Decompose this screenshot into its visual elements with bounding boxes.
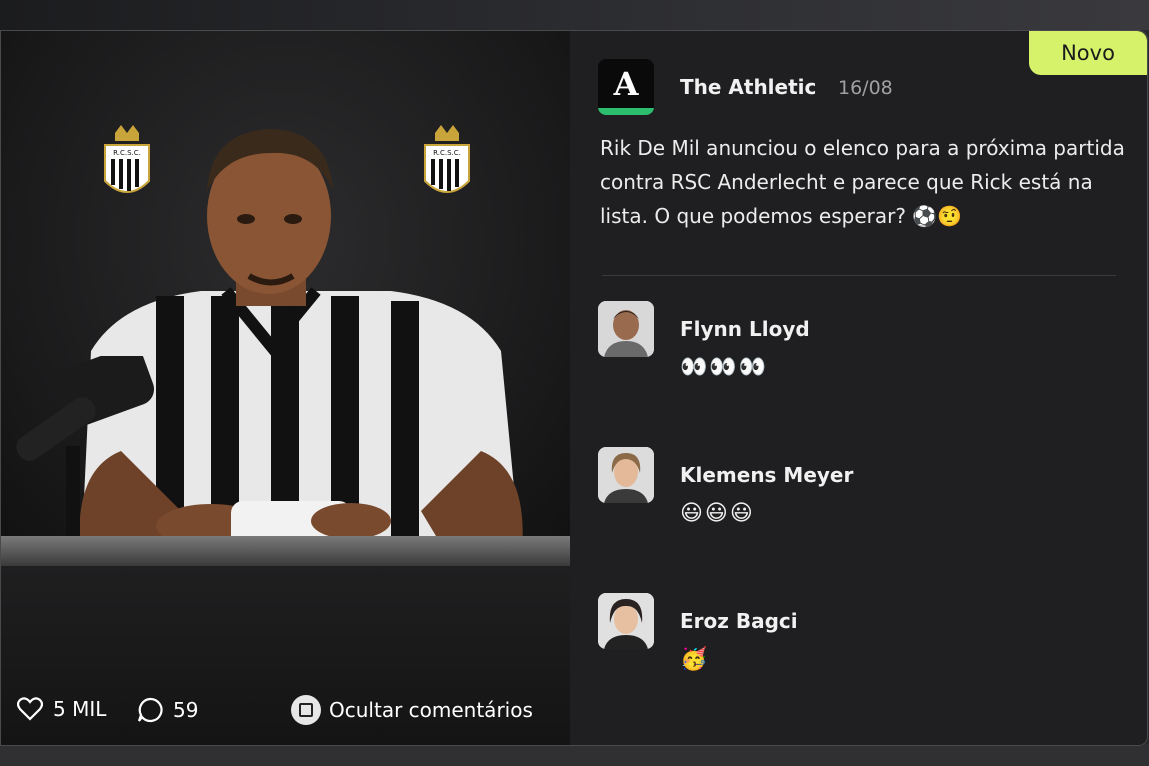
logo-green-bar: [598, 108, 654, 115]
likes-count: 5 MIL: [53, 697, 107, 721]
comment-author: Klemens Meyer: [680, 463, 854, 487]
comment-item: Klemens Meyer 😃😃😃: [598, 447, 1118, 537]
news-post-card: R.C.S.C. R.C.S.C. 5 MIL 59 Ocultar comen…: [0, 30, 1148, 746]
speech-bubble-icon: [137, 697, 163, 723]
hide-comments-button[interactable]: Ocultar comentários: [291, 695, 533, 725]
avatar: [598, 447, 654, 503]
post-actions-bar: 5 MIL 59 Ocultar comentários: [1, 691, 570, 745]
comments-stat[interactable]: 59: [137, 697, 198, 723]
square-button-icon: [291, 695, 321, 725]
desk-edge: [1, 536, 570, 566]
post-panel: Novo A The Athletic 16/08 Rik De Mil anu…: [570, 31, 1147, 745]
comment-text: 😃😃😃: [680, 501, 755, 526]
source-name: The Athletic: [680, 75, 817, 99]
new-badge: Novo: [1029, 31, 1147, 75]
likes-stat[interactable]: 5 MIL: [17, 697, 106, 721]
hide-comments-label: Ocultar comentários: [329, 698, 533, 722]
comment-item: Flynn Lloyd 👀👀👀: [598, 301, 1118, 391]
post-date: 16/08: [838, 77, 893, 99]
comments-count: 59: [173, 698, 199, 722]
avatar: [598, 301, 654, 357]
heart-icon: [17, 697, 43, 721]
the-athletic-logo: A: [598, 59, 654, 115]
comment-text: 🥳: [680, 647, 710, 672]
comment-text: 👀👀👀: [680, 355, 769, 380]
comment-author: Flynn Lloyd: [680, 317, 810, 341]
bottom-background: [0, 744, 1149, 766]
logo-letter: A: [613, 65, 639, 103]
post-image: R.C.S.C. R.C.S.C. 5 MIL 59 Ocultar comen…: [1, 31, 570, 745]
top-background: [0, 0, 1149, 30]
microphone: [16, 356, 155, 560]
comment-author: Eroz Bagci: [680, 609, 798, 633]
divider: [602, 275, 1116, 276]
avatar: [598, 593, 654, 649]
post-text: Rik De Mil anunciou o elenco para a próx…: [600, 136, 1125, 228]
comment-item: Eroz Bagci 🥳: [598, 593, 1118, 683]
